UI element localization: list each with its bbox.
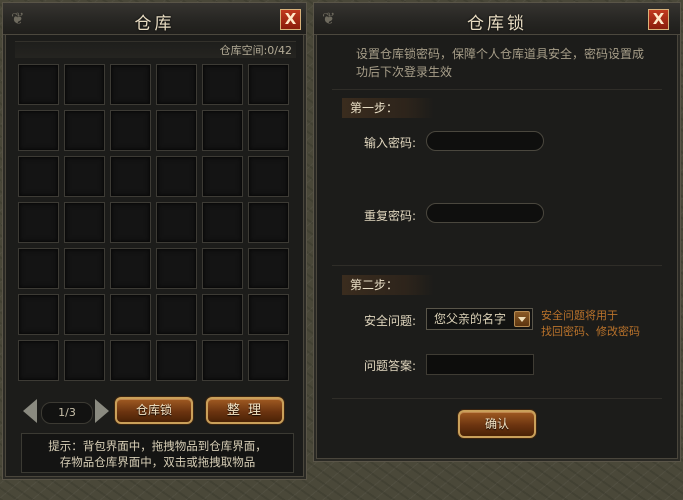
password-input[interactable] (426, 131, 544, 151)
storage-slot[interactable] (64, 294, 105, 335)
page-navigator: 1/3 (23, 399, 109, 425)
warehouse-lock-button[interactable]: 仓库锁 (115, 397, 193, 424)
storage-slot[interactable] (156, 156, 197, 197)
question-note-line-1: 安全问题将用于 (541, 309, 618, 322)
storage-slot[interactable] (18, 110, 59, 151)
storage-slot[interactable] (64, 64, 105, 105)
hint-box: 提示：背包界面中，拖拽物品到仓库界面， 存物品仓库界面中，双击或拖拽取物品 (21, 433, 294, 473)
storage-slot[interactable] (64, 202, 105, 243)
storage-slot[interactable] (64, 110, 105, 151)
prev-page-arrow-icon[interactable] (23, 399, 37, 423)
security-question-select[interactable]: 您父亲的名字 (426, 308, 533, 330)
question-note-line-2: 找回密码、修改密码 (541, 325, 640, 338)
warehouse-titlebar[interactable]: ❦ 仓库 (3, 3, 306, 35)
storage-slot[interactable] (18, 64, 59, 105)
lock-description: 设置仓库锁密码，保障个人仓库道具安全，密码设置成功后下次登录生效 (356, 47, 645, 79)
storage-slot[interactable] (156, 248, 197, 289)
warehouse-close-button[interactable]: X (280, 9, 301, 30)
chevron-down-icon[interactable] (514, 311, 530, 327)
storage-slot[interactable] (248, 202, 289, 243)
lock-panel: ❦ 仓库锁 X 设置仓库锁密码，保障个人仓库道具安全，密码设置成功后下次登录生效… (313, 2, 681, 462)
storage-slot[interactable] (110, 156, 151, 197)
security-question-value: 您父亲的名字 (434, 312, 507, 326)
hint-line-2: 存物品仓库界面中，双击或拖拽取物品 (59, 455, 256, 469)
password-label: 输入密码: (363, 136, 416, 150)
storage-slot[interactable] (248, 248, 289, 289)
storage-slot[interactable] (18, 340, 59, 381)
storage-slot[interactable] (202, 294, 243, 335)
sort-button[interactable]: 整 理 (206, 397, 284, 424)
storage-slot[interactable] (248, 294, 289, 335)
storage-slot[interactable] (110, 110, 151, 151)
step-two-label: 第二步： (342, 275, 434, 295)
storage-slot[interactable] (156, 64, 197, 105)
hint-line-1: 提示：背包界面中，拖拽物品到仓库界面， (48, 439, 267, 453)
repeat-password-label: 重复密码: (363, 209, 416, 223)
next-page-arrow-icon[interactable] (95, 399, 109, 423)
warehouse-panel: ❦ 仓库 X 仓库空间:0/42 1/3 仓库锁 整 理 提示：背包界面中，拖拽… (2, 2, 307, 480)
storage-slot[interactable] (110, 248, 151, 289)
security-question-note: 安全问题将用于 找回密码、修改密码 (541, 308, 661, 340)
storage-slot[interactable] (202, 64, 243, 105)
step-one-label: 第一步： (342, 98, 434, 118)
storage-slot[interactable] (110, 340, 151, 381)
lock-titlebar[interactable]: ❦ 仓库锁 (314, 3, 680, 35)
storage-slot[interactable] (110, 202, 151, 243)
storage-slot[interactable] (248, 64, 289, 105)
storage-slot[interactable] (18, 248, 59, 289)
warehouse-space-label: 仓库空间:0/42 (15, 41, 296, 58)
storage-slot[interactable] (156, 340, 197, 381)
divider (332, 89, 662, 90)
storage-slot[interactable] (64, 248, 105, 289)
repeat-password-input[interactable] (426, 203, 544, 223)
storage-slot[interactable] (248, 156, 289, 197)
storage-slot[interactable] (64, 156, 105, 197)
divider (332, 265, 662, 266)
storage-slot[interactable] (18, 202, 59, 243)
storage-slot[interactable] (202, 248, 243, 289)
security-question-label: 安全问题: (363, 314, 416, 328)
storage-slot[interactable] (110, 64, 151, 105)
storage-slot[interactable] (202, 110, 243, 151)
lock-title: 仓库锁 (467, 14, 527, 34)
storage-slot[interactable] (64, 340, 105, 381)
storage-slot[interactable] (156, 110, 197, 151)
storage-slot[interactable] (202, 202, 243, 243)
storage-slot[interactable] (18, 294, 59, 335)
storage-slot[interactable] (202, 156, 243, 197)
confirm-button[interactable]: 确认 (458, 410, 536, 438)
storage-slot[interactable] (248, 340, 289, 381)
answer-input[interactable] (426, 354, 534, 375)
storage-slot[interactable] (156, 294, 197, 335)
warehouse-slot-grid (18, 64, 296, 386)
storage-slot[interactable] (202, 340, 243, 381)
page-indicator: 1/3 (41, 402, 93, 424)
storage-slot[interactable] (18, 156, 59, 197)
lock-close-button[interactable]: X (648, 9, 669, 30)
answer-label: 问题答案: (363, 359, 416, 373)
storage-slot[interactable] (110, 294, 151, 335)
divider (332, 398, 662, 399)
warehouse-title: 仓库 (134, 14, 175, 34)
storage-slot[interactable] (248, 110, 289, 151)
storage-slot[interactable] (156, 202, 197, 243)
